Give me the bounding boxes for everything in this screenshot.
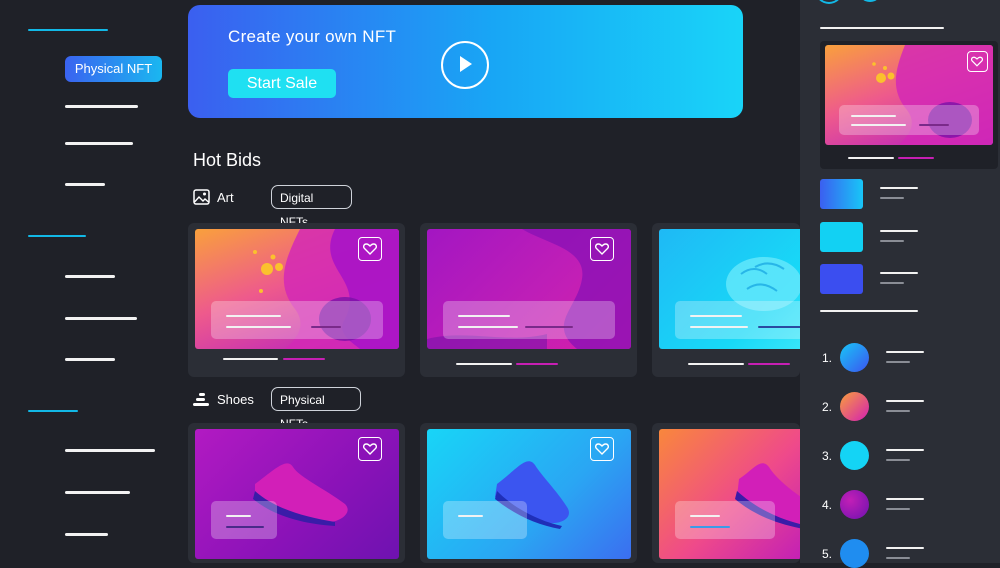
heart-icon[interactable] xyxy=(590,437,614,461)
start-sale-button[interactable]: Start Sale xyxy=(228,69,336,98)
nft-artwork xyxy=(195,429,399,559)
panel-divider xyxy=(820,310,918,312)
creator-avatar[interactable] xyxy=(840,392,869,421)
creator-avatar[interactable] xyxy=(840,539,869,568)
nft-artwork xyxy=(825,45,993,145)
sidebar-item-placeholder[interactable] xyxy=(65,317,137,320)
heart-icon[interactable] xyxy=(358,237,382,261)
creator-avatar[interactable] xyxy=(840,343,869,372)
image-icon xyxy=(193,189,210,210)
sidebar-item-placeholder[interactable] xyxy=(65,491,130,494)
rank-number: 5. xyxy=(822,547,833,561)
card-info-overlay xyxy=(443,501,527,539)
nft-card[interactable] xyxy=(420,423,637,563)
nft-card[interactable] xyxy=(188,223,405,377)
category-label-shoes: Shoes xyxy=(217,392,254,407)
sidebar-item-placeholder[interactable] xyxy=(65,533,108,536)
card-info-overlay xyxy=(211,501,277,539)
sidebar: Physical NFT xyxy=(0,0,180,563)
chip-digital-nfts[interactable]: Digital NFTs xyxy=(271,185,352,229)
sidebar-item-placeholder[interactable] xyxy=(65,183,105,186)
heart-icon[interactable] xyxy=(358,437,382,461)
rank-number: 1. xyxy=(822,351,833,365)
creator-avatar[interactable] xyxy=(840,490,869,519)
right-panel: 1. 2. 3. 4. 5. xyxy=(800,0,1000,568)
panel-divider xyxy=(820,27,944,29)
shoe-icon xyxy=(193,392,210,412)
featured-nft-card[interactable] xyxy=(820,41,998,169)
nft-artwork xyxy=(195,229,399,349)
card-info-overlay xyxy=(211,301,383,339)
banner-title: Create your own NFT xyxy=(228,27,397,46)
sidebar-section-divider xyxy=(28,410,78,412)
sidebar-section-divider xyxy=(28,29,108,31)
color-swatch[interactable] xyxy=(820,264,863,294)
sidebar-item-placeholder[interactable] xyxy=(65,105,138,108)
card-info-overlay xyxy=(675,301,800,339)
color-swatch[interactable] xyxy=(820,222,863,252)
sidebar-section-divider xyxy=(28,235,86,237)
play-icon[interactable] xyxy=(441,41,489,89)
card-info-overlay xyxy=(839,105,979,135)
card-info-overlay xyxy=(675,501,775,539)
heart-icon[interactable] xyxy=(967,51,988,72)
nft-card[interactable] xyxy=(652,223,800,377)
rank-number: 2. xyxy=(822,400,833,414)
nft-artwork xyxy=(659,229,800,349)
section-title: Hot Bids xyxy=(193,150,262,170)
sidebar-item-physical-nft[interactable]: Physical NFT xyxy=(65,56,162,82)
avatar[interactable] xyxy=(815,0,843,4)
creator-avatar[interactable] xyxy=(840,441,869,470)
sidebar-item-placeholder[interactable] xyxy=(65,142,133,145)
sidebar-item-placeholder[interactable] xyxy=(65,449,155,452)
nft-card[interactable] xyxy=(188,423,405,563)
color-swatch[interactable] xyxy=(820,179,863,209)
chip-physical-nfts[interactable]: Physical NFTs xyxy=(271,387,361,431)
heart-icon[interactable] xyxy=(590,237,614,261)
avatar[interactable] xyxy=(858,0,882,2)
card-info-overlay xyxy=(443,301,615,339)
rank-number: 4. xyxy=(822,498,833,512)
sidebar-item-placeholder[interactable] xyxy=(65,275,115,278)
sidebar-item-placeholder[interactable] xyxy=(65,358,115,361)
rank-number: 3. xyxy=(822,449,833,463)
create-nft-banner: Create your own NFT Start Sale xyxy=(188,5,743,118)
nft-card[interactable] xyxy=(652,423,800,563)
nft-artwork xyxy=(427,429,631,559)
category-label-art: Art xyxy=(217,190,234,205)
nft-card[interactable] xyxy=(420,223,637,377)
nft-artwork xyxy=(659,429,800,559)
nft-artwork xyxy=(427,229,631,349)
